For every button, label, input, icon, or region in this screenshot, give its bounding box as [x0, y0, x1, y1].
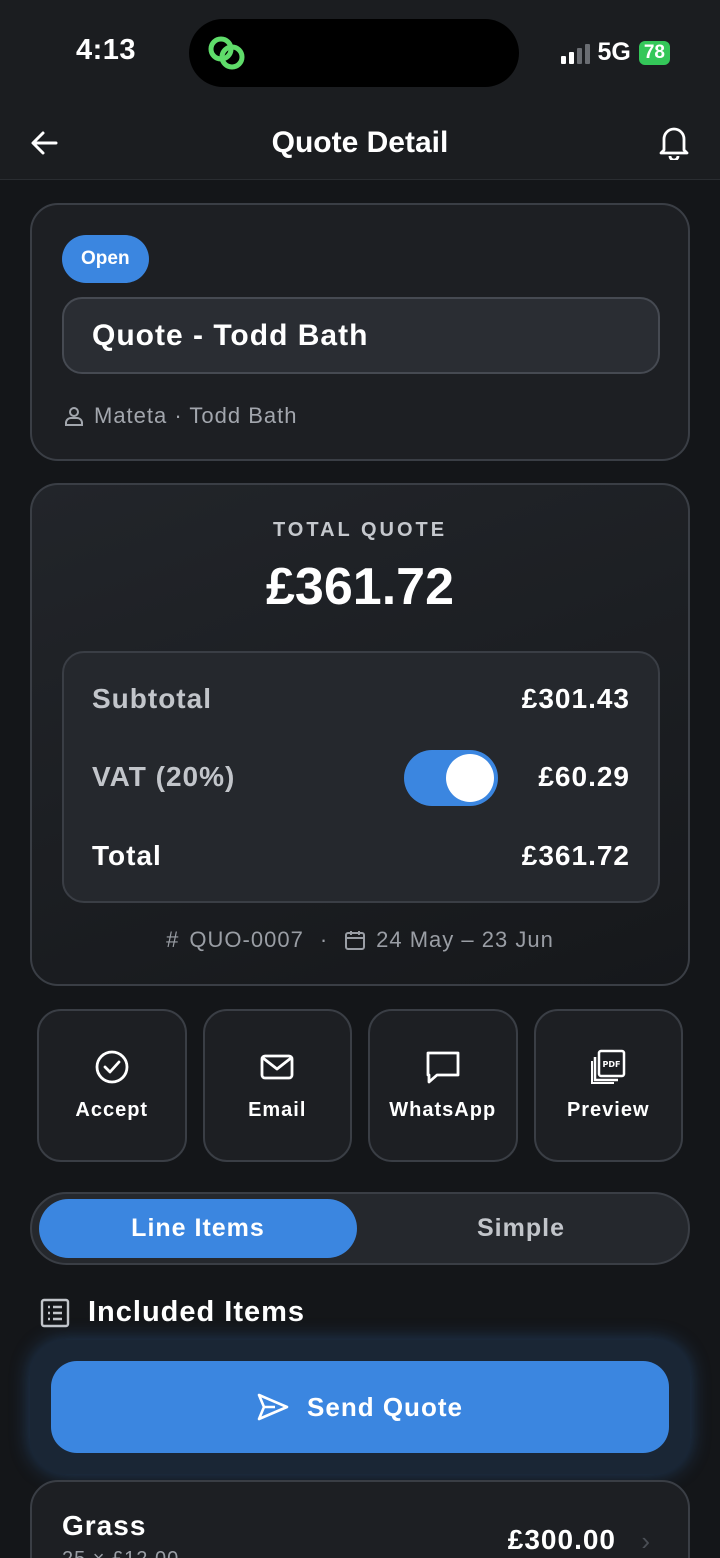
status-indicators: 5G 78 [560, 38, 670, 67]
vat-label: VAT (20%) [92, 761, 236, 792]
item-price: £300.00 [507, 1524, 616, 1555]
chat-bubble-icon [426, 1051, 460, 1084]
item-detail: 25 × £12.00 [62, 1548, 179, 1558]
quote-title-field[interactable]: Quote - Todd Bath [62, 297, 660, 374]
dynamic-island [189, 19, 519, 87]
accept-label: Accept [75, 1099, 149, 1121]
whatsapp-button[interactable]: WhatsApp [368, 1009, 518, 1162]
item-name: Grass [62, 1510, 147, 1541]
check-circle-icon [95, 1050, 129, 1084]
send-quote-label: Send Quote [307, 1391, 463, 1422]
email-label: Email [248, 1099, 307, 1121]
vat-toggle[interactable] [404, 750, 498, 806]
total-quote-amount: £361.72 [266, 558, 454, 616]
app-header: Quote Detail [0, 110, 720, 180]
email-button[interactable]: Email [202, 1009, 352, 1162]
client-line: Mateta · Todd Bath [64, 403, 298, 429]
pdf-icon: PDF [591, 1049, 626, 1084]
tab-line-items[interactable]: Line Items [39, 1199, 357, 1258]
total-quote-card: TOTAL QUOTE £361.72 Subtotal £301.43 VAT… [30, 483, 690, 986]
list-item[interactable]: Grass 25 × £12.00 £300.00 › [30, 1480, 690, 1558]
section-heading: Included Items [40, 1296, 305, 1329]
meta-separator: · [319, 927, 329, 952]
view-mode-tabs: Line Items Simple [30, 1192, 690, 1265]
calendar-icon [345, 931, 366, 950]
quote-actions: Accept Email WhatsApp PDF Preview [37, 1009, 683, 1162]
subtotal-value: £301.43 [521, 683, 630, 714]
total-quote-label: TOTAL QUOTE [272, 519, 448, 541]
bell-icon[interactable] [658, 124, 690, 160]
quote-meta: # QUO-0007 · 24 May – 23 Jun [32, 927, 688, 953]
chevron-right-icon: › [641, 1526, 650, 1556]
list-icon [40, 1298, 70, 1327]
vat-value: £60.29 [538, 761, 630, 792]
tab-simple[interactable]: Simple [362, 1199, 680, 1258]
status-bar: 4:13 5G 78 [0, 0, 720, 110]
date-range: 24 May – 23 Jun [376, 927, 554, 952]
send-icon [257, 1393, 289, 1421]
section-title: Included Items [88, 1296, 306, 1328]
page-title: Quote Detail [271, 126, 449, 159]
client-text: Mateta · Todd Bath [94, 403, 298, 428]
subtotal-row: Subtotal £301.43 [92, 683, 630, 715]
status-badge[interactable]: Open [62, 235, 149, 283]
preview-label: Preview [566, 1099, 650, 1121]
preview-button[interactable]: PDF Preview [533, 1009, 683, 1162]
send-quote-button[interactable]: Send Quote [51, 1361, 669, 1453]
svg-text:PDF: PDF [603, 1060, 621, 1069]
price-breakdown: Subtotal £301.43 VAT (20%) £60.29 Total … [62, 651, 660, 903]
vat-row: VAT (20%) £60.29 [92, 761, 630, 793]
hash-icon: # [166, 927, 180, 952]
network-type: 5G [597, 38, 631, 66]
envelope-icon [260, 1054, 294, 1080]
status-time: 4:13 [76, 34, 137, 66]
subtotal-label: Subtotal [92, 683, 212, 714]
quote-number: QUO-0007 [189, 927, 304, 952]
accept-button[interactable]: Accept [37, 1009, 187, 1162]
total-label: Total [92, 840, 162, 871]
link-app-icon [208, 36, 245, 70]
whatsapp-label: WhatsApp [389, 1099, 497, 1121]
vat-toggle-knob [446, 754, 494, 802]
battery-icon: 78 [638, 40, 670, 65]
total-row: Total £361.72 [92, 840, 630, 872]
send-quote-container: Send Quote [30, 1340, 690, 1474]
signal-icon [560, 42, 590, 64]
quote-info-card: Open Quote - Todd Bath Mateta · Todd Bat… [30, 203, 690, 461]
total-value: £361.72 [521, 840, 630, 871]
person-icon [65, 407, 83, 426]
